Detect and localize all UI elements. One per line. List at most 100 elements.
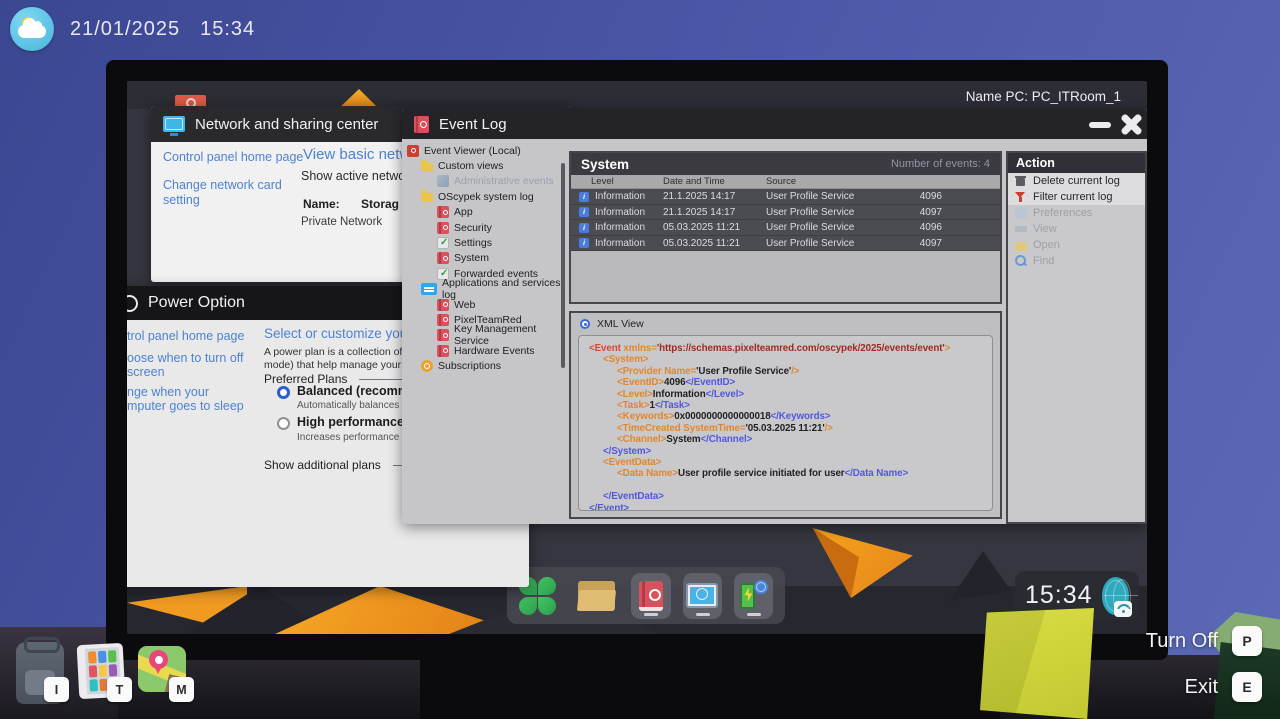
pc-screen[interactable]: Name PC: PC_ITRoom_1 Network and sharing… (127, 81, 1147, 634)
information-icon: i (579, 207, 589, 217)
log-check-icon (437, 237, 449, 249)
tree-item-label: Administrative events (454, 175, 554, 187)
power-icon (127, 295, 138, 312)
xml-line: </Event> (589, 503, 982, 511)
file-explorer-icon[interactable] (578, 581, 615, 611)
tree-item-event-viewer-local[interactable]: Event Viewer (Local) (402, 143, 567, 158)
tree-item-label: Event Viewer (Local) (424, 145, 521, 157)
tree-item-label: Security (454, 222, 492, 234)
information-icon: i (579, 192, 589, 202)
xml-content: <Event xmlns='https://schemas.pixelteamr… (578, 335, 993, 511)
network-link-home[interactable]: Control panel home page (163, 150, 303, 165)
event-log-window[interactable]: Event Log Event Viewer (Local)Custom vie… (402, 109, 1147, 524)
tree-item-subscriptions[interactable]: Subscriptions (402, 358, 567, 373)
high-performance-radio[interactable] (277, 417, 290, 430)
xml-line: <Level>Information</Level> (589, 389, 982, 400)
taskbar[interactable] (507, 567, 785, 624)
tree-item-security[interactable]: Security (402, 220, 567, 235)
close-button[interactable] (1118, 111, 1145, 138)
event-log-app-button[interactable] (631, 573, 670, 619)
power-link-sleep[interactable]: nge when yourmputer goes to sleep (127, 385, 244, 413)
action-open[interactable]: Open (1008, 237, 1145, 253)
power-options-app-button[interactable] (734, 573, 773, 619)
open-icon (1015, 242, 1027, 251)
network-monitor-icon (163, 116, 185, 132)
network-name-label: Name: (303, 197, 340, 211)
tree-item-system[interactable]: System (402, 251, 567, 266)
log-red-icon (437, 345, 449, 357)
preferences-icon (1015, 207, 1027, 219)
game-scene: 21/01/2025 15:34 Name PC: PC_ITRoom_1 Ne… (0, 0, 1280, 719)
xml-line (589, 480, 982, 491)
action-delete-current-log[interactable]: Delete current log (1008, 173, 1145, 189)
log-red-icon (437, 206, 449, 218)
tree-item-key-management-service[interactable]: Key Management Service (402, 328, 567, 343)
tree-item-administrative-events[interactable]: Administrative events (402, 174, 567, 189)
event-level: Information (595, 207, 645, 218)
trash-icon (1015, 175, 1027, 187)
action-preferences[interactable]: Preferences (1008, 205, 1145, 221)
exit-action[interactable]: Exit E (1185, 672, 1262, 702)
event-log-app-icon (639, 581, 663, 611)
tree-item-label: Web (454, 299, 475, 311)
tree-item-oscypek-system-log[interactable]: OScypek system log (402, 189, 567, 204)
tree-item-custom-views[interactable]: Custom views (402, 158, 567, 173)
xml-line: <Provider Name='User Profile Service'/> (589, 366, 982, 377)
event-row[interactable]: iInformation05.03.2025 11:21User Profile… (571, 220, 1000, 236)
event-source: User Profile Service (766, 238, 854, 249)
minimize-button[interactable] (1089, 122, 1111, 128)
event-id: 4096 (920, 191, 942, 202)
power-link-turn-off-screen[interactable]: oose when to turn offscreen (127, 351, 244, 379)
log-title: System (581, 157, 629, 172)
xml-line: <Task>1</Task> (589, 400, 982, 411)
event-log-book-icon (414, 116, 429, 133)
action-find[interactable]: Find (1008, 253, 1145, 269)
turn-off-hotkey[interactable]: P (1232, 626, 1262, 656)
network-link-card-setting[interactable]: Change network card setting (163, 178, 295, 208)
high-performance-label[interactable]: High performance (297, 415, 404, 429)
event-datetime: 21.1.2025 14:17 (663, 207, 735, 218)
balanced-radio[interactable] (277, 386, 290, 399)
xml-line: <Keywords>0x0000000000000018</Keywords> (589, 411, 982, 422)
xml-line: </System> (589, 446, 982, 457)
xml-view-radio[interactable] (580, 319, 590, 329)
log-rows: i Information 21.1.2025 14:17 User Profile … (571, 189, 1000, 251)
tree-item-web[interactable]: Web (402, 297, 567, 312)
log-red-icon (437, 314, 449, 326)
map-hotkey[interactable]: M (169, 677, 194, 702)
action-item-label: Filter current log (1033, 191, 1112, 203)
event-log-titlebar[interactable]: Event Log (402, 109, 1147, 139)
power-options-app-icon (738, 580, 768, 612)
xml-line: <EventID>4096</EventID> (589, 377, 982, 388)
subscriptions-icon (421, 360, 433, 372)
tree-item-hardware-events[interactable]: Hardware Events (402, 343, 567, 358)
tree-item-app[interactable]: App (402, 205, 567, 220)
admin-icon (437, 175, 449, 187)
wallpaper-tetrahedron (813, 513, 913, 598)
turn-off-action[interactable]: Turn Off P (1146, 626, 1262, 656)
event-viewer-icon (407, 145, 419, 157)
network-center-app-button[interactable] (683, 573, 722, 619)
tree-item-label: System (454, 252, 489, 264)
filter-icon (1015, 191, 1027, 203)
xml-line: <Event xmlns='https://schemas.pixelteamr… (589, 343, 982, 354)
globe-network-icon[interactable] (1102, 577, 1129, 615)
event-row[interactable]: iInformation21.1.2025 14:17User Profile … (571, 205, 1000, 221)
action-view[interactable]: View (1008, 221, 1145, 237)
tree-item-applications-and-services-log[interactable]: Applications and services log (402, 282, 567, 297)
event-datetime: 21.1.2025 14:17 (663, 191, 735, 202)
exit-hotkey[interactable]: E (1232, 672, 1262, 702)
event-row[interactable]: iInformation21.1.2025 14:17User Profile … (571, 189, 1000, 205)
power-link-home[interactable]: trol panel home page (127, 329, 244, 343)
log-red-icon (437, 252, 449, 264)
action-filter-current-log[interactable]: Filter current log (1008, 189, 1145, 205)
tree-item-settings[interactable]: Settings (402, 235, 567, 250)
event-row[interactable]: iInformation05.03.2025 11:21User Profile… (571, 236, 1000, 252)
weather-icon (10, 7, 54, 51)
tree-scrollbar[interactable] (561, 163, 565, 368)
inventory-hotkey[interactable]: I (44, 677, 69, 702)
tablet-hotkey[interactable]: T (107, 677, 132, 702)
event-id: 4097 (920, 238, 942, 249)
hud-date: 21/01/2025 (70, 18, 180, 41)
xml-line: <TimeCreated SystemTime='05.03.2025 11:2… (589, 423, 982, 434)
